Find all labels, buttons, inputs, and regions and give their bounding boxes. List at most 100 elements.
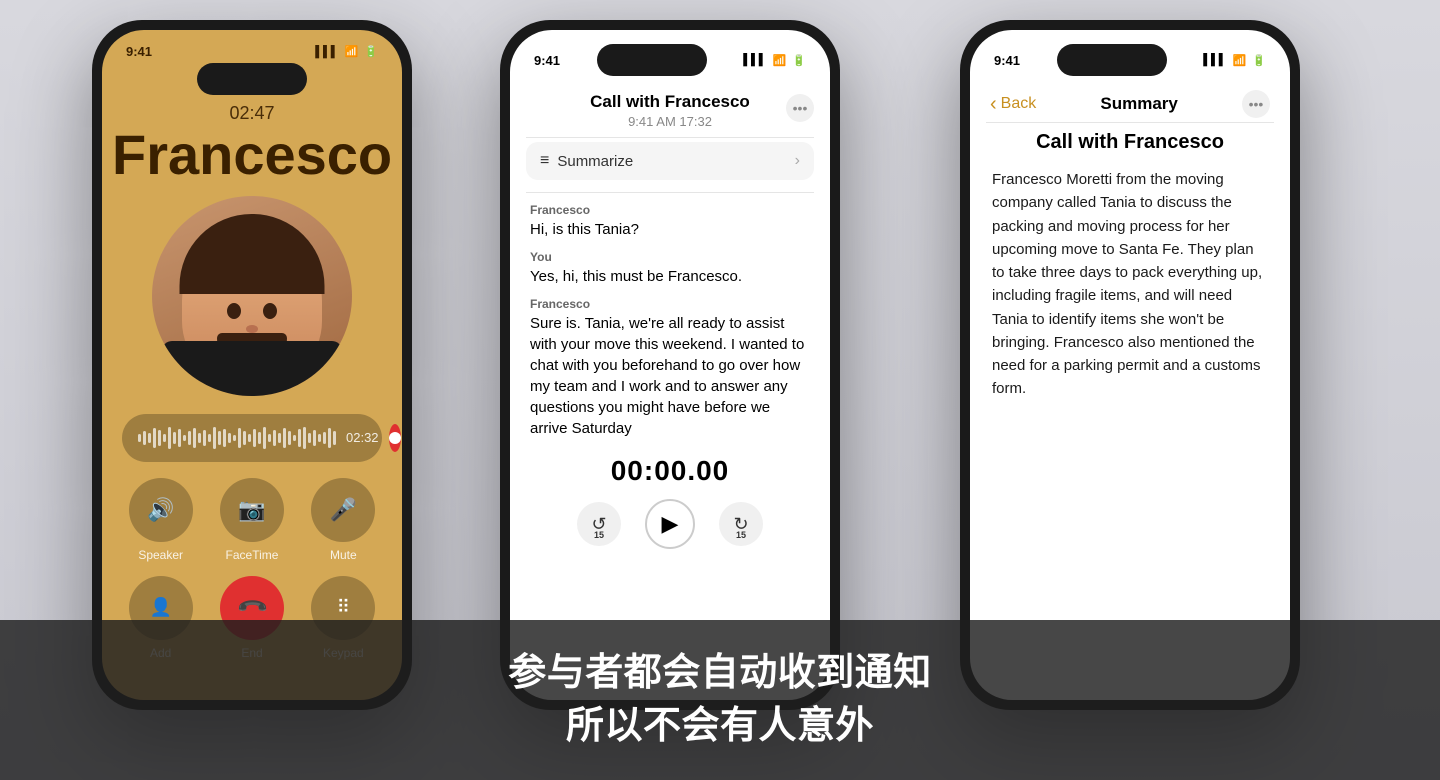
wave-bar: [333, 431, 336, 445]
add-icon: 👤: [149, 597, 171, 618]
wave-bar: [168, 427, 171, 449]
wave-bar: [218, 431, 221, 445]
back-label: Back: [1001, 95, 1037, 113]
speaker-label: Speaker: [138, 548, 183, 562]
dynamic-island-1: [197, 63, 307, 95]
wave-bar: [263, 427, 266, 449]
dynamic-island-2: [597, 44, 707, 76]
battery-icon-2: 🔋: [792, 54, 806, 67]
transcript-speaker-2: You: [530, 250, 810, 264]
record-button[interactable]: [389, 424, 401, 452]
divider-1: [526, 137, 814, 138]
facetime-label: FaceTime: [226, 548, 279, 562]
wave-bar: [188, 431, 191, 445]
phone2-status-icons: ▌▌▌ 📶 🔋: [743, 54, 806, 67]
wave-bar: [193, 428, 196, 448]
wifi-icon-2: 📶: [773, 54, 787, 67]
phone3-status-bar: 9:41 ▌▌▌ 📶 🔋: [970, 30, 1290, 80]
signal-icon-2: ▌▌▌: [743, 54, 766, 66]
facetime-button[interactable]: 📷 FaceTime: [213, 478, 290, 562]
wave-bar: [163, 434, 166, 442]
wave-bar: [283, 428, 286, 448]
wave-bar: [183, 435, 186, 441]
transcript-line-1: Hi, is this Tania?: [530, 219, 810, 240]
battery-icon: 🔋: [364, 45, 378, 58]
phone3-more-button[interactable]: •••: [1242, 90, 1270, 118]
summarize-icon: ≡: [540, 152, 549, 170]
speaker-button[interactable]: 🔊 Speaker: [122, 478, 199, 562]
waveform-bar: 02:32: [122, 414, 382, 462]
playback-timer: 00:00.00: [510, 455, 830, 487]
wave-bar: [278, 433, 281, 443]
summarize-row[interactable]: ≡ Summarize ›: [526, 142, 814, 180]
wave-bar: [208, 434, 211, 442]
skip-back-button[interactable]: ↺ 15: [577, 502, 621, 546]
phone3-time: 9:41: [994, 53, 1020, 68]
wave-bar: [158, 430, 161, 446]
wave-bar: [253, 429, 256, 447]
summarize-chevron-icon: ›: [795, 152, 800, 170]
transcript-speaker-3: Francesco: [530, 297, 810, 311]
nav-title: Summary: [1100, 94, 1177, 114]
back-chevron-icon: ‹: [990, 93, 997, 116]
phone2-call-title: Call with Francesco: [530, 92, 810, 112]
wifi-icon-3: 📶: [1233, 54, 1247, 67]
phone3-status-icons: ▌▌▌ 📶 🔋: [1203, 54, 1266, 67]
phone1-time: 9:41: [126, 44, 152, 59]
playback-section: 00:00.00 ↺ 15 ▶ ↻ 15: [510, 443, 830, 557]
mute-button[interactable]: 🎤 Mute: [305, 478, 382, 562]
memoji-nose: [246, 325, 258, 333]
skip-back-label: 15: [594, 530, 604, 540]
wave-bar: [303, 427, 306, 449]
wave-bar: [268, 434, 271, 442]
phone2-header: Call with Francesco 9:41 AM 17:32 •••: [510, 80, 830, 137]
mute-label: Mute: [330, 548, 357, 562]
facetime-icon-circle: 📷: [220, 478, 284, 542]
signal-icon: ▌▌▌: [315, 46, 338, 58]
summarize-left: ≡ Summarize: [540, 152, 633, 170]
battery-icon-3: 🔋: [1252, 54, 1266, 67]
speaker-icon-circle: 🔊: [129, 478, 193, 542]
memoji-hair: [180, 214, 325, 294]
caller-name: Francesco: [112, 124, 392, 186]
phone-transcript: 9:41 ▌▌▌ 📶 🔋 Call with Francesco 9:41 AM…: [500, 20, 840, 710]
wave-bar: [138, 434, 141, 442]
play-button[interactable]: ▶: [645, 499, 695, 549]
wave-bar: [198, 433, 201, 443]
back-button[interactable]: ‹ Back: [990, 93, 1036, 116]
wave-bar: [258, 432, 261, 444]
summary-title: Call with Francesco: [992, 131, 1268, 154]
transcript-content: Francesco Hi, is this Tania? You Yes, hi…: [510, 193, 830, 443]
phone2-screen: 9:41 ▌▌▌ 📶 🔋 Call with Francesco 9:41 AM…: [510, 30, 830, 700]
call-timer: 02:47: [102, 103, 402, 124]
phone1-status-icons: ▌▌▌ 📶 🔋: [315, 45, 378, 58]
transcript-line-3: Sure is. Tania, we're all ready to assis…: [530, 313, 810, 439]
facetime-icon: 📷: [238, 497, 265, 523]
wave-bar: [233, 435, 236, 441]
wave-bar: [313, 430, 316, 446]
subtitle-text: 参与者都会自动收到通知 所以不会有人意外: [508, 647, 932, 753]
wave-bar: [288, 431, 291, 445]
waveform-time: 02:32: [346, 430, 379, 445]
summary-body: Francesco Moretti from the moving compan…: [992, 168, 1268, 401]
wave-bar: [148, 433, 151, 443]
phone3-screen: 9:41 ▌▌▌ 📶 🔋 ‹ Back Summary ••• Call wit…: [970, 30, 1290, 700]
wave-bar: [308, 433, 311, 443]
subtitle-line1: 参与者都会自动收到通知: [508, 647, 932, 700]
more-dots-icon-2: •••: [793, 100, 808, 116]
wave-bar: [173, 432, 176, 444]
wave-bar: [143, 431, 146, 445]
more-dots-icon-3: •••: [1249, 96, 1264, 112]
phone-summary: 9:41 ▌▌▌ 📶 🔋 ‹ Back Summary ••• Call wit…: [960, 20, 1300, 710]
summary-content: Call with Francesco Francesco Moretti fr…: [970, 123, 1290, 417]
phone2-status-bar: 9:41 ▌▌▌ 📶 🔋: [510, 30, 830, 80]
wave-bar: [213, 427, 216, 449]
wifi-icon: 📶: [345, 45, 359, 58]
signal-icon-3: ▌▌▌: [1203, 54, 1226, 66]
play-icon: ▶: [662, 511, 679, 537]
avatar-area: [102, 196, 402, 396]
skip-forward-button[interactable]: ↻ 15: [719, 502, 763, 546]
subtitle-bar: 参与者都会自动收到通知 所以不会有人意外: [0, 620, 1440, 780]
mute-icon-circle: 🎤: [311, 478, 375, 542]
phone2-more-button[interactable]: •••: [786, 94, 814, 122]
